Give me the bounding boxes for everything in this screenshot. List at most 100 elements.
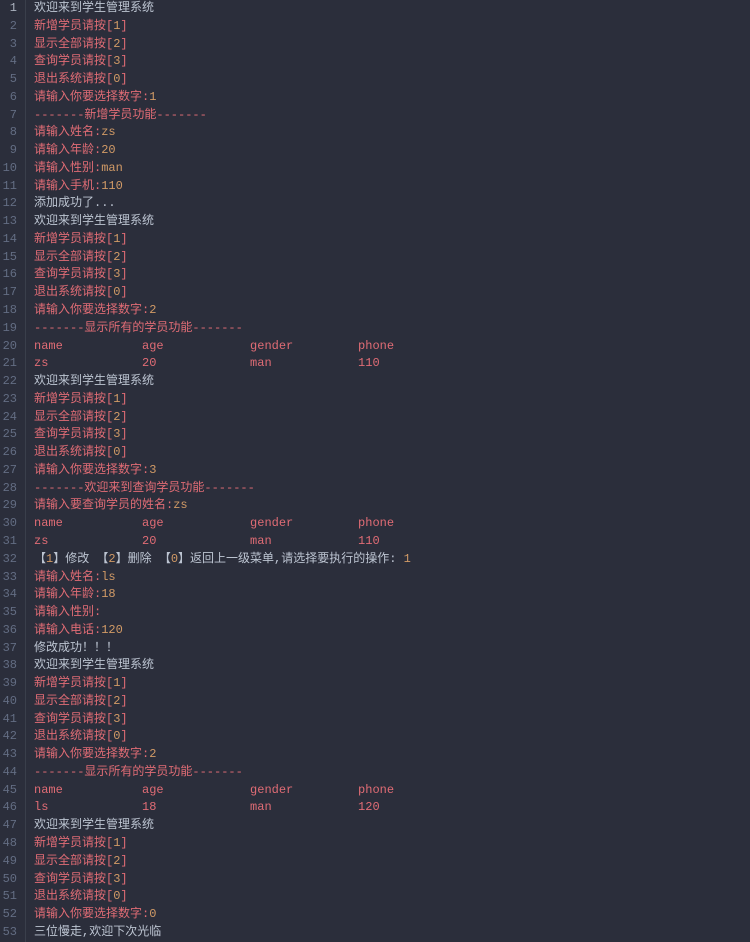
code-line: 退出系统请按[0]: [34, 728, 750, 746]
code-line: zs 20 man 110: [34, 533, 750, 551]
code-token: 120: [101, 623, 123, 637]
code-line: 欢迎来到学生管理系统: [34, 657, 750, 675]
code-token: 欢迎来到学生管理系统: [34, 658, 154, 672]
code-token: 新增学员请按[: [34, 392, 113, 406]
code-token: 请输入姓名:: [34, 125, 101, 139]
code-line: 请输入姓名:ls: [34, 569, 750, 587]
line-number: 11: [0, 178, 17, 196]
code-token: name age gender phone: [34, 783, 394, 797]
code-token: 欢迎来到学生管理系统: [34, 1, 154, 15]
code-line: 请输入你要选择数字:1: [34, 89, 750, 107]
code-line: 请输入你要选择数字:2: [34, 302, 750, 320]
line-number: 49: [0, 853, 17, 871]
line-number: 26: [0, 444, 17, 462]
code-token: ]: [120, 427, 127, 441]
code-line: 退出系统请按[0]: [34, 284, 750, 302]
code-token: man: [101, 161, 123, 175]
line-number: 21: [0, 355, 17, 373]
line-number: 12: [0, 195, 17, 213]
code-line: 欢迎来到学生管理系统: [34, 373, 750, 391]
code-token: ]: [120, 232, 127, 246]
code-token: 新增学员请按[: [34, 232, 113, 246]
line-number: 23: [0, 391, 17, 409]
line-number: 13: [0, 213, 17, 231]
code-token: ]: [120, 729, 127, 743]
line-number-gutter: 1234567891011121314151617181920212223242…: [0, 0, 26, 942]
line-number: 22: [0, 373, 17, 391]
line-number: 32: [0, 551, 17, 569]
code-line: 新增学员请按[1]: [34, 18, 750, 36]
line-number: 24: [0, 409, 17, 427]
code-token: 查询学员请按[: [34, 712, 113, 726]
line-number: 1: [0, 0, 17, 18]
code-line: 新增学员请按[1]: [34, 675, 750, 693]
code-line: -------新增学员功能-------: [34, 107, 750, 125]
code-line: 添加成功了...: [34, 195, 750, 213]
code-line: 请输入年龄:18: [34, 586, 750, 604]
line-number: 15: [0, 249, 17, 267]
code-token: ls 18 man 120: [34, 800, 380, 814]
code-token: 查询学员请按[: [34, 54, 113, 68]
line-number: 9: [0, 142, 17, 160]
line-number: 46: [0, 799, 17, 817]
line-number: 35: [0, 604, 17, 622]
code-token: zs: [173, 498, 187, 512]
code-token: 显示全部请按[: [34, 854, 113, 868]
code-line: 请输入你要选择数字:3: [34, 462, 750, 480]
code-token: 显示全部请按[: [34, 37, 113, 51]
code-token: 欢迎来到学生管理系统: [34, 374, 154, 388]
line-number: 10: [0, 160, 17, 178]
code-content[interactable]: 欢迎来到学生管理系统新增学员请按[1]显示全部请按[2]查询学员请按[3]退出系…: [26, 0, 750, 942]
line-number: 7: [0, 107, 17, 125]
code-token: ]: [120, 72, 127, 86]
code-line: -------显示所有的学员功能-------: [34, 320, 750, 338]
code-token: ]: [120, 410, 127, 424]
code-token: 查询学员请按[: [34, 872, 113, 886]
code-line: name age gender phone: [34, 338, 750, 356]
code-token: 20: [101, 143, 115, 157]
line-number: 48: [0, 835, 17, 853]
code-token: 添加成功了...: [34, 196, 116, 210]
code-token: 请输入你要选择数字:: [34, 303, 149, 317]
code-line: 退出系统请按[0]: [34, 888, 750, 906]
code-token: -------显示所有的学员功能-------: [34, 765, 243, 779]
code-line: 查询学员请按[3]: [34, 426, 750, 444]
line-number: 34: [0, 586, 17, 604]
code-token: 请输入电话:: [34, 623, 101, 637]
code-token: ]: [120, 889, 127, 903]
code-token: 】删除 【: [116, 552, 171, 566]
code-token: ]: [120, 712, 127, 726]
line-number: 25: [0, 426, 17, 444]
code-token: ]: [120, 854, 127, 868]
code-line: 显示全部请按[2]: [34, 409, 750, 427]
code-line: 欢迎来到学生管理系统: [34, 213, 750, 231]
code-token: ]: [120, 267, 127, 281]
code-line: 请输入姓名:zs: [34, 124, 750, 142]
line-number: 52: [0, 906, 17, 924]
code-token: 请输入你要选择数字:: [34, 463, 149, 477]
code-line: 退出系统请按[0]: [34, 444, 750, 462]
line-number: 4: [0, 53, 17, 71]
line-number: 3: [0, 36, 17, 54]
code-token: 1: [149, 90, 156, 104]
code-token: 退出系统请按[: [34, 889, 113, 903]
line-number: 2: [0, 18, 17, 36]
code-token: 0: [149, 907, 156, 921]
code-line: 请输入年龄:20: [34, 142, 750, 160]
line-number: 6: [0, 89, 17, 107]
code-token: 请输入性别:: [34, 605, 101, 619]
code-line: 显示全部请按[2]: [34, 693, 750, 711]
code-token: ]: [120, 676, 127, 690]
code-line: ls 18 man 120: [34, 799, 750, 817]
code-token: 110: [101, 179, 123, 193]
line-number: 17: [0, 284, 17, 302]
code-token: 显示全部请按[: [34, 694, 113, 708]
code-token: 查询学员请按[: [34, 267, 113, 281]
line-number: 30: [0, 515, 17, 533]
line-number: 36: [0, 622, 17, 640]
code-token: 请输入你要选择数字:: [34, 747, 149, 761]
code-line: 新增学员请按[1]: [34, 391, 750, 409]
line-number: 5: [0, 71, 17, 89]
code-token: 2: [149, 303, 156, 317]
line-number: 45: [0, 782, 17, 800]
